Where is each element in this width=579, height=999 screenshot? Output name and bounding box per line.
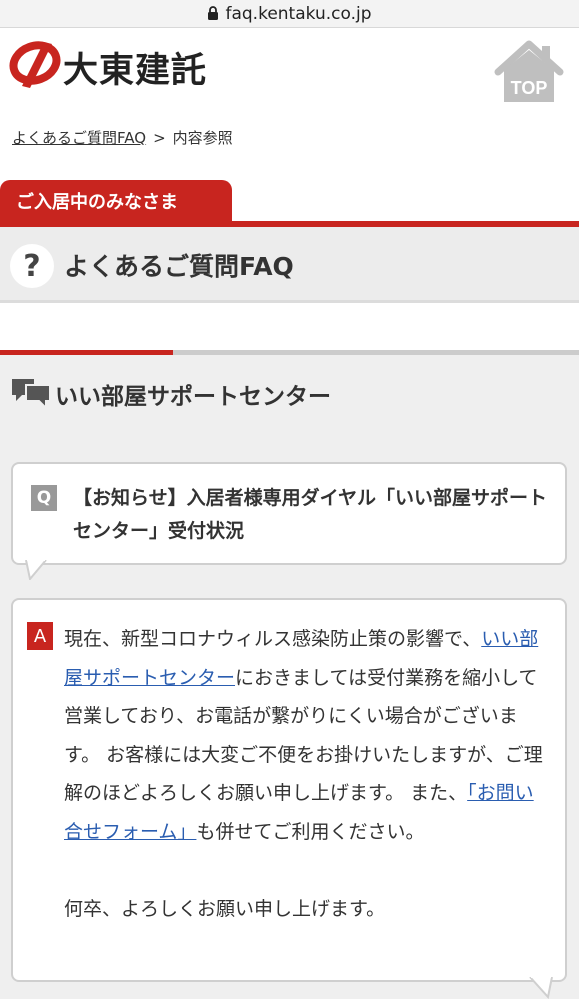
question-badge: Q [31, 485, 57, 511]
breadcrumb: よくあるご質問FAQ > 内容参照 [12, 127, 233, 148]
url-bar[interactable]: faq.kentaku.co.jp [0, 0, 579, 28]
chat-bubbles-icon [12, 379, 50, 411]
breadcrumb-home-link[interactable]: よくあるご質問FAQ [12, 127, 146, 148]
breadcrumb-separator: > [153, 128, 166, 147]
question-mark-icon: ? [10, 244, 54, 288]
answer-box: A 現在、新型コロナウィルス感染防止策の影響で、いい部屋サポートセンターにおきま… [11, 598, 567, 982]
lock-icon [208, 5, 219, 20]
section-title: いい部屋サポートセンター [55, 384, 331, 410]
logo-text: 大東建託 [63, 51, 208, 91]
top-label: TOP [510, 78, 548, 98]
top-button[interactable]: TOP [492, 40, 566, 104]
url-text: faq.kentaku.co.jp [225, 3, 372, 24]
category-label: ご入居中のみなさま [16, 192, 178, 213]
answer-part-1: 現在、新型コロナウィルス感染防止策の影響で、 [64, 628, 482, 650]
site-logo[interactable]: 大東建託 [8, 38, 218, 100]
answer-paragraph: 現在、新型コロナウィルス感染防止策の影響で、いい部屋サポートセンターにおきまして… [64, 620, 552, 851]
answer-part-3: も併せてご利用ください。 [196, 820, 425, 843]
answer-badge: A [27, 622, 53, 650]
page-title: よくあるご質問FAQ [64, 252, 294, 281]
category-tab[interactable]: ご入居中のみなさま [0, 180, 232, 222]
question-text: 【お知らせ】入居者様専用ダイヤル「いい部屋サポートセンター」受付状況 [73, 487, 548, 542]
faq-header: ? よくあるご質問FAQ [0, 227, 579, 303]
logo-mark-icon [9, 41, 61, 88]
answer-text: 現在、新型コロナウィルス感染防止策の影響で、いい部屋サポートセンターにおきまして… [64, 620, 552, 928]
answer-bubble-tail [529, 977, 553, 999]
breadcrumb-current: 内容参照 [172, 129, 233, 147]
section-header: いい部屋サポートセンター [0, 355, 579, 431]
answer-closing: 何卒、よろしくお願い申し上げます。 [64, 897, 386, 920]
question-bubble-tail [25, 560, 47, 580]
question-box: Q 【お知らせ】入居者様専用ダイヤル「いい部屋サポートセンター」受付状況 [11, 462, 567, 565]
